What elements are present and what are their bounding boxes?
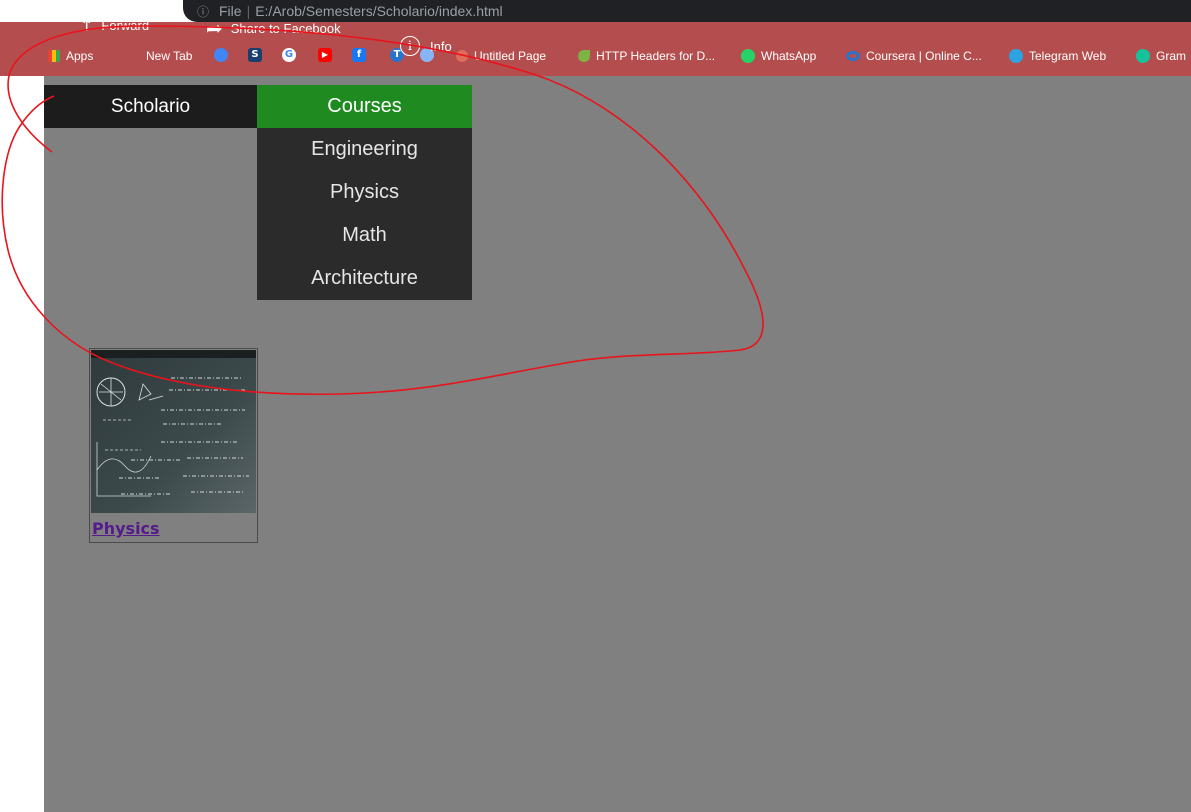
bookmark-label: Apps: [66, 49, 94, 63]
bookmark-s-icon[interactable]: S: [248, 48, 262, 62]
bookmark-label: Coursera | Online C...: [866, 49, 982, 63]
bookmark-new-tab[interactable]: New Tab: [146, 47, 192, 65]
site-brand[interactable]: Scholario: [44, 85, 257, 128]
page-viewport: Scholario Courses Engineering Physics Ma…: [44, 76, 1191, 812]
courses-menu-button[interactable]: Courses: [257, 85, 472, 128]
bookmark-youtube-icon[interactable]: ▶: [318, 48, 332, 62]
bookmark-label: Telegram Web: [1029, 49, 1107, 63]
telegram-icon: [1009, 49, 1023, 63]
grammarly-icon: [1136, 49, 1150, 63]
forward-label: Forward: [101, 18, 150, 33]
bookmark-apps[interactable]: Apps: [48, 47, 93, 65]
share-arrow-icon: ➦: [206, 16, 223, 40]
forward-arrow-icon: ↑: [80, 16, 94, 35]
apps-grid-icon: [48, 50, 60, 62]
untitled-page-icon: [456, 50, 468, 62]
screenshot: ⓘ File | E:/Arob/Semesters/Scholario/index…: [0, 0, 1191, 812]
bookmark-facebook-icon[interactable]: f: [352, 48, 366, 62]
bookmark-label: WhatsApp: [761, 49, 817, 63]
dropdown-item-architecture[interactable]: Architecture: [257, 257, 472, 300]
bookmark-whatsapp[interactable]: WhatsApp: [741, 47, 816, 65]
course-card[interactable]: Physics: [89, 348, 258, 543]
bookmarks-bar: Apps New Tab S G ▶ f T Untitled Page HTT…: [0, 22, 1191, 76]
info-button[interactable]: i Info: [400, 36, 452, 56]
whatsapp-icon: [741, 49, 755, 63]
physics-chalkboard-image[interactable]: [91, 350, 256, 513]
dropdown-item-math[interactable]: Math: [257, 214, 472, 257]
bookmark-label: Gram: [1156, 49, 1186, 63]
physics-course-link[interactable]: Physics: [92, 519, 160, 538]
bookmark-google-icon[interactable]: G: [282, 48, 296, 62]
share-to-facebook-button[interactable]: ➦ Share to Facebook: [206, 16, 341, 40]
bookmark-globe-icon[interactable]: [214, 48, 228, 62]
browser-toolbar: ⓘ File | E:/Arob/Semesters/Scholario/index…: [0, 0, 1191, 22]
dropdown-item-physics[interactable]: Physics: [257, 171, 472, 214]
bookmark-http-headers[interactable]: HTTP Headers for D...: [578, 47, 715, 65]
share-to-facebook-label: Share to Facebook: [230, 20, 341, 36]
bookmark-telegram[interactable]: Telegram Web: [1009, 47, 1106, 65]
bookmark-coursera[interactable]: Coursera | Online C...: [846, 47, 982, 65]
bookmark-grammarly[interactable]: Gram: [1136, 47, 1186, 65]
bookmark-label: Untitled Page: [474, 49, 547, 63]
bookmark-untitled-page[interactable]: Untitled Page: [456, 47, 546, 65]
info-label: Info: [430, 38, 452, 54]
coursera-icon: [846, 51, 860, 61]
forward-button[interactable]: ↑ Forward: [80, 16, 149, 35]
bookmark-label: New Tab: [146, 49, 193, 63]
bookmark-label: HTTP Headers for D...: [596, 49, 716, 63]
dropdown-item-engineering[interactable]: Engineering: [257, 128, 472, 171]
info-icon: i: [400, 36, 420, 56]
leaf-icon: [578, 50, 590, 62]
site-navbar: Scholario Courses: [44, 85, 472, 128]
courses-dropdown: Engineering Physics Math Architecture: [257, 128, 472, 300]
